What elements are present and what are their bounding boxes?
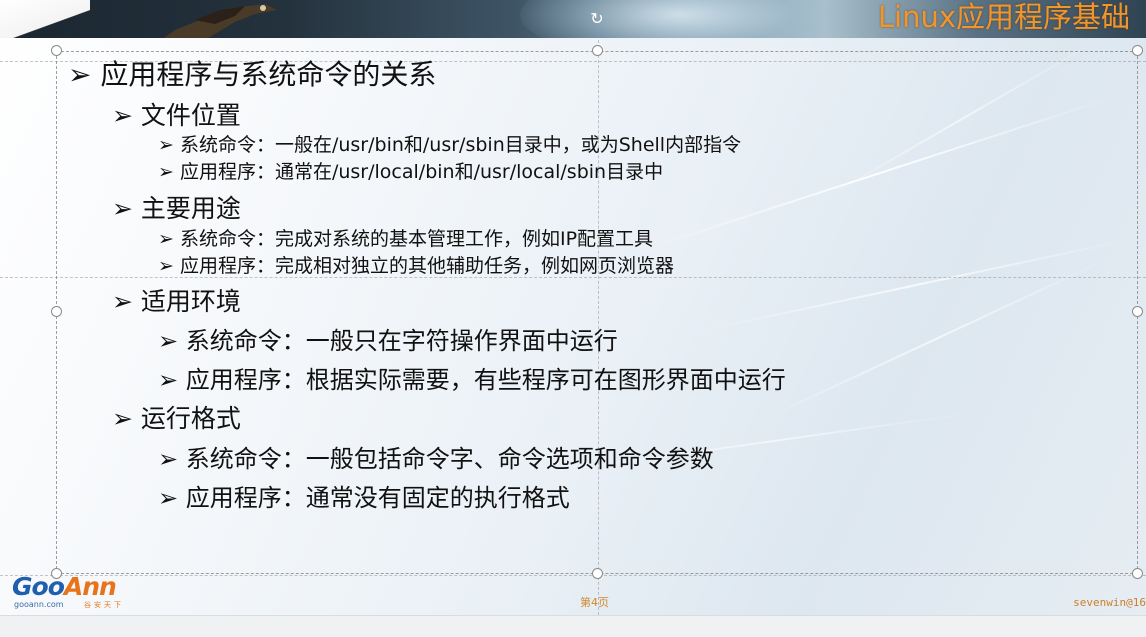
resize-handle-top-left[interactable] [51, 45, 62, 56]
resize-handle-left[interactable] [51, 306, 62, 317]
list-item: ➢ 应用程序：通常在/usr/local/bin和/usr/local/sbin… [158, 160, 663, 184]
arrow-bullet-icon: ➢ [112, 101, 133, 130]
resize-handle-top[interactable] [592, 45, 603, 56]
resize-handle-right[interactable] [1132, 306, 1143, 317]
logo-tagline: 谷安天下 [84, 601, 124, 609]
list-item-text: 应用程序：通常没有固定的执行格式 [185, 484, 570, 512]
arrow-bullet-icon: ➢ [158, 445, 179, 473]
section-label: ➢ 运行格式 [112, 404, 241, 434]
section-label-text: 运行格式 [140, 404, 241, 433]
arrow-bullet-icon: ➢ [158, 228, 174, 250]
list-item: ➢ 应用程序：完成相对独立的其他辅助任务，例如网页浏览器 [158, 254, 674, 278]
arrow-bullet-icon: ➢ [112, 194, 133, 223]
list-item-text: 系统命令：一般在/usr/bin和/usr/sbin目录中，或为Shell内部指… [179, 134, 742, 156]
list-item: ➢ 系统命令：完成对系统的基本管理工作，例如IP配置工具 [158, 227, 653, 251]
arrow-bullet-icon: ➢ [158, 134, 174, 156]
gooann-logo: GooAnn gooann.com 谷安天下 [12, 572, 142, 612]
arrow-bullet-icon: ➢ [158, 484, 179, 512]
list-item-text: 系统命令：一般包括命令字、命令选项和命令参数 [185, 445, 714, 473]
logo-domain: gooann.com [14, 600, 64, 609]
guide-line [0, 575, 1146, 576]
rotate-handle-icon[interactable]: ↻ [589, 11, 605, 27]
list-item: ➢ 系统命令：一般在/usr/bin和/usr/sbin目录中，或为Shell内… [158, 133, 741, 157]
section-label: ➢ 适用环境 [112, 287, 241, 317]
section-label-text: 主要用途 [140, 194, 241, 223]
arrow-bullet-icon: ➢ [158, 327, 179, 355]
banner-glow [520, 0, 840, 38]
arrow-bullet-icon: ➢ [158, 161, 174, 183]
resize-handle-top-right[interactable] [1132, 45, 1143, 56]
title-banner: Linux应用程序基础 [0, 0, 1146, 38]
eagle-icon [164, 4, 277, 38]
arrow-bullet-icon: ➢ [112, 287, 133, 316]
logo-wordmark: GooAnn [12, 572, 117, 602]
outline-heading-text: 应用程序与系统命令的关系 [100, 58, 437, 91]
list-item-text: 系统命令：完成对系统的基本管理工作，例如IP配置工具 [179, 228, 654, 250]
list-item: ➢ 应用程序：根据实际需要，有些程序可在图形界面中运行 [158, 365, 786, 395]
arrow-bullet-icon: ➢ [158, 255, 174, 277]
list-item-text: 应用程序：根据实际需要，有些程序可在图形界面中运行 [185, 366, 786, 394]
list-item: ➢ 应用程序：通常没有固定的执行格式 [158, 483, 570, 513]
resize-handle-bottom[interactable] [592, 568, 603, 579]
bottom-bar [0, 615, 1146, 637]
logo-ann: Ann [63, 572, 117, 601]
list-item-text: 应用程序：完成相对独立的其他辅助任务，例如网页浏览器 [179, 255, 674, 277]
section-label: ➢ 文件位置 [112, 101, 241, 131]
banner-corner [0, 0, 90, 38]
outline-heading: ➢ 应用程序与系统命令的关系 [68, 58, 436, 92]
arrow-bullet-icon: ➢ [112, 404, 133, 433]
list-item-text: 系统命令：一般只在字符操作界面中运行 [185, 327, 618, 355]
presentation-slide: Linux应用程序基础 ↻ ➢ 应用程序与系统命令的关系 ➢ 文件位置 ➢ 系统… [0, 0, 1146, 637]
resize-handle-bottom-right[interactable] [1132, 568, 1143, 579]
arrow-bullet-icon: ➢ [158, 366, 179, 394]
arrow-bullet-icon: ➢ [68, 58, 92, 91]
list-item: ➢ 系统命令：一般包括命令字、命令选项和命令参数 [158, 444, 714, 474]
section-label-text: 文件位置 [140, 101, 241, 130]
list-item: ➢ 系统命令：一般只在字符操作界面中运行 [158, 326, 618, 356]
page-number: 第4页 [580, 596, 609, 609]
list-item-text: 应用程序：通常在/usr/local/bin和/usr/local/sbin目录… [179, 161, 664, 183]
logo-goo: Goo [12, 572, 65, 601]
section-label-text: 适用环境 [140, 287, 241, 316]
slide-title: Linux应用程序基础 [877, 0, 1130, 34]
author-email: sevenwin@16 [1073, 596, 1146, 609]
section-label: ➢ 主要用途 [112, 194, 241, 224]
